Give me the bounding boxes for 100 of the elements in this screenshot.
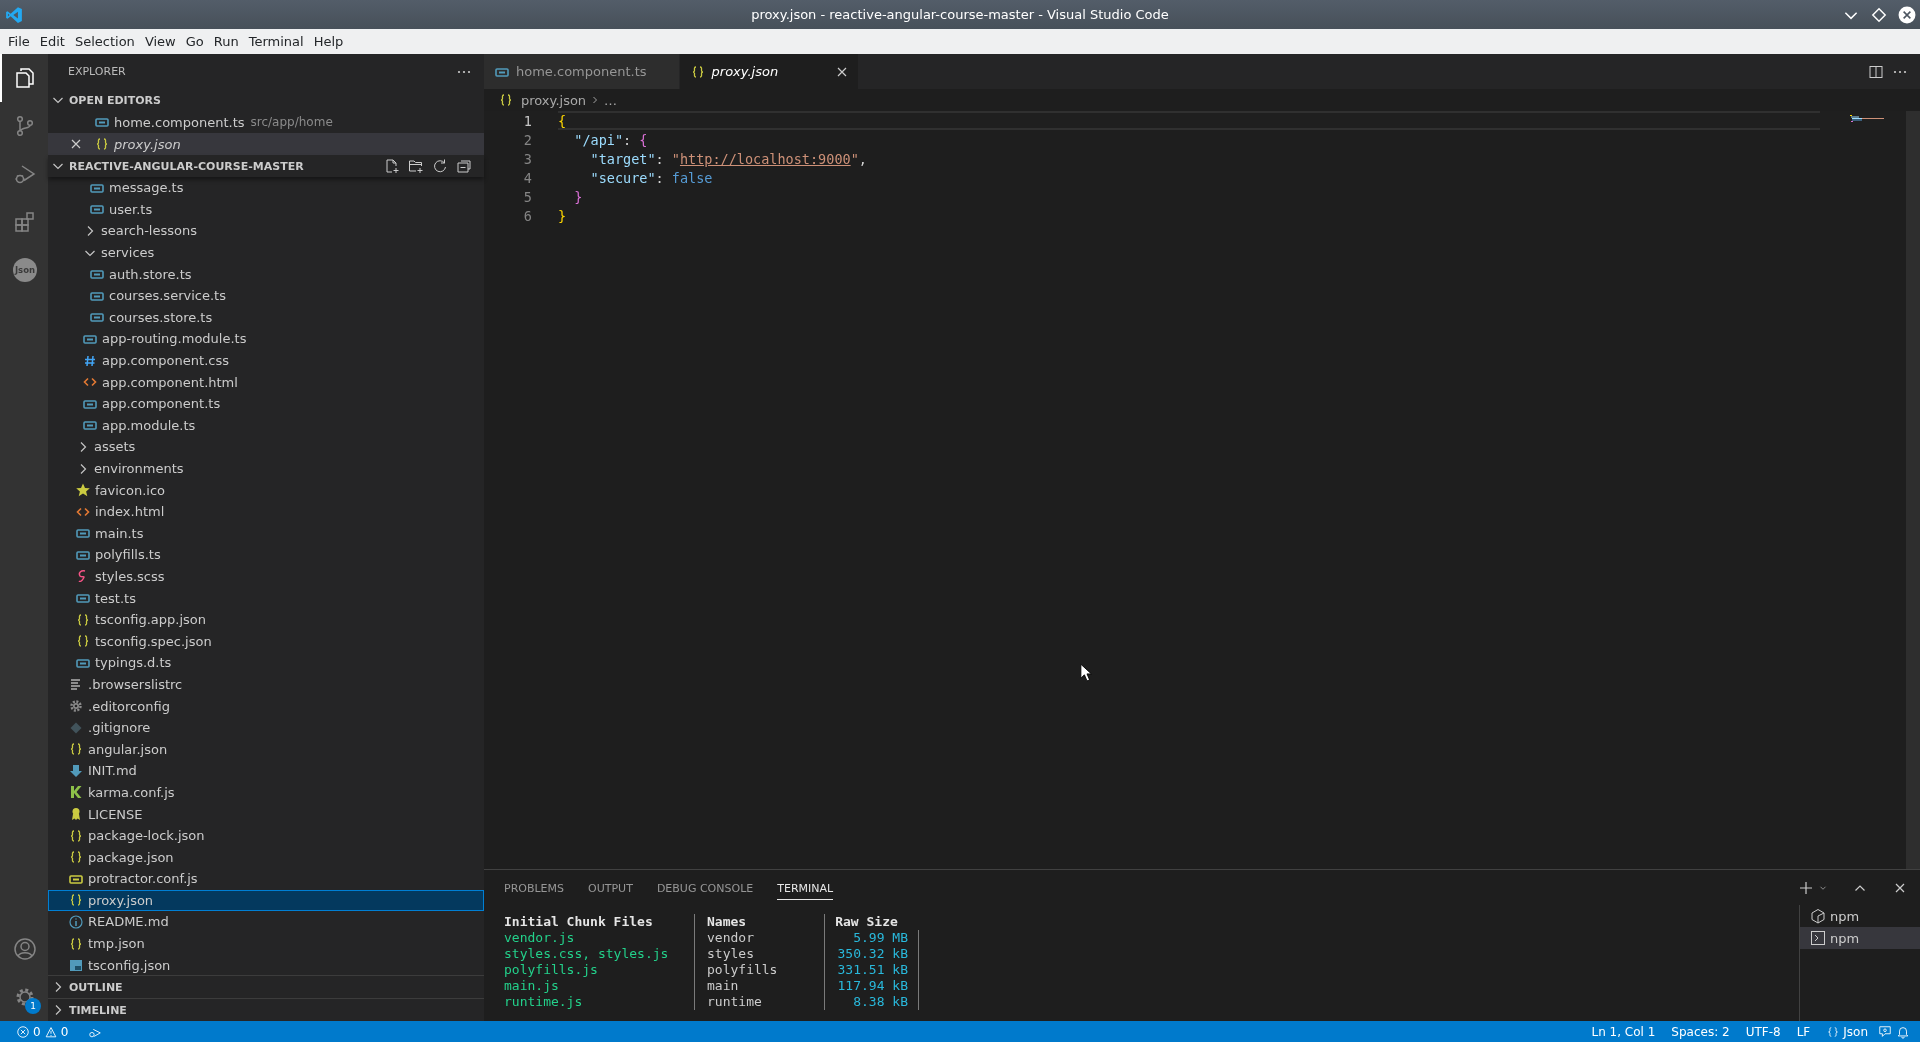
explorer-entry[interactable]: polyfills.ts <box>48 544 484 566</box>
status-item[interactable]: Ln 1, Col 1 <box>1585 1024 1662 1039</box>
explorer-folder[interactable]: services <box>48 241 484 264</box>
explorer-entry[interactable]: .browserslistrc <box>48 673 484 696</box>
menu-item[interactable]: Edit <box>35 32 69 51</box>
explorer-entry[interactable]: typings.d.ts <box>48 652 484 674</box>
split-editor-icon[interactable] <box>1868 63 1884 80</box>
code-line: "target": "http://localhost:9000", <box>589 150 867 167</box>
braces-icon <box>75 611 91 628</box>
explorer-entry[interactable]: tsconfig.json <box>48 954 484 975</box>
file-name: home.component.ts <box>114 114 245 130</box>
terminal-text: vendor.js <box>504 930 576 946</box>
refresh-icon[interactable] <box>432 158 448 174</box>
section-header[interactable]: OUTLINE <box>48 975 484 998</box>
bell-icon[interactable] <box>1896 1024 1910 1039</box>
explorer-entry[interactable]: package-lock.json <box>48 824 484 847</box>
menu-item[interactable]: View <box>140 32 180 51</box>
explorer-entry[interactable]: .editorconfig <box>48 695 484 717</box>
explorer-entry[interactable]: proxy.json <box>48 889 484 912</box>
explorer-entry[interactable]: styles.scss <box>48 565 484 588</box>
terminal-item[interactable]: npm <box>1800 927 1920 949</box>
explorer-entry[interactable]: message.ts <box>48 177 484 199</box>
file-path: src/app/home <box>250 115 333 129</box>
menu-item[interactable]: Help <box>309 32 348 51</box>
menu-item[interactable]: Selection <box>70 32 139 51</box>
explorer-entry[interactable]: app.component.ts <box>48 392 484 415</box>
explorer-title: EXPLORER <box>68 65 126 78</box>
explorer-entry[interactable]: package.json <box>48 846 484 868</box>
terminal-text: main <box>694 978 824 994</box>
scrollbar[interactable] <box>1906 111 1920 869</box>
explorer-entry[interactable]: app-routing.module.ts <box>48 328 484 350</box>
status-item[interactable]: Json <box>1820 1024 1874 1039</box>
explorer-entry[interactable]: tmp.json <box>48 932 484 955</box>
plus-icon[interactable] <box>1798 879 1814 896</box>
folder-title: REACTIVE-ANGULAR-COURSE-MASTER <box>69 159 305 173</box>
terminal-text: Raw Size <box>824 914 918 930</box>
explorer-entry[interactable]: .gitignore <box>48 716 484 739</box>
explorer-entry[interactable]: karma.conf.js <box>48 781 484 804</box>
explorer-folder[interactable]: environments <box>48 457 484 480</box>
explorer-entry[interactable]: INIT.md <box>48 760 484 782</box>
explorer-entry[interactable]: user.ts <box>48 198 484 221</box>
feedback-icon[interactable] <box>1878 1024 1892 1039</box>
explorer-entry[interactable]: LICENSE <box>48 803 484 825</box>
angle-icon <box>68 784 84 801</box>
menu-item[interactable]: File <box>4 32 34 51</box>
terminal-text: Names <box>694 914 824 930</box>
open-editor-item[interactable]: home.component.ts src/app/home <box>48 111 484 133</box>
explorer-entry[interactable]: favicon.ico <box>48 479 484 501</box>
panel-tab[interactable]: OUTPUT <box>588 875 633 900</box>
terminal-item[interactable]: npm <box>1800 905 1920 927</box>
explorer-entry[interactable]: app.module.ts <box>48 414 484 437</box>
explorer-entry[interactable]: tsconfig.spec.json <box>48 630 484 653</box>
status-item[interactable]: Spaces: 2 <box>1665 1024 1736 1039</box>
breadcrumb-item[interactable]: … <box>604 92 618 108</box>
explorer-entry[interactable]: angular.json <box>48 738 484 761</box>
explorer-entry[interactable]: index.html <box>48 500 484 523</box>
terminal-text: 350.32 kB <box>824 946 918 962</box>
status-item[interactable]: UTF-8 <box>1739 1024 1787 1039</box>
braces-icon <box>68 849 84 866</box>
diamond-icon[interactable] <box>1870 5 1888 24</box>
explorer-entry[interactable]: auth.store.ts <box>48 263 484 285</box>
panel-tab[interactable]: PROBLEMS <box>504 875 565 900</box>
new-folder-icon[interactable] <box>408 158 424 174</box>
panel-tab[interactable]: DEBUG CONSOLE <box>656 875 754 900</box>
menu-item[interactable]: Terminal <box>244 32 308 51</box>
section-header[interactable]: REACTIVE-ANGULAR-COURSE-MASTER <box>48 155 484 177</box>
status-item[interactable]: LF <box>1790 1024 1817 1039</box>
panel-tab[interactable]: TERMINAL <box>777 875 834 900</box>
terminal-icon <box>1810 930 1826 946</box>
menu-item[interactable]: Go <box>181 32 208 51</box>
explorer-entry[interactable]: protractor.conf.js <box>48 868 484 890</box>
explorer-entry[interactable]: courses.service.ts <box>48 284 484 307</box>
explorer-entry[interactable]: app.component.css <box>48 349 484 372</box>
editor-tab[interactable]: home.component.ts <box>484 54 680 89</box>
terminal-text: styles.css, styles.js <box>504 946 670 962</box>
line-number: 2 <box>522 131 532 148</box>
explorer-entry[interactable]: app.component.html <box>48 371 484 393</box>
explorer-folder[interactable]: search-lessons <box>48 220 484 242</box>
editor-tab[interactable]: proxy.json <box>679 54 859 89</box>
menu-item[interactable]: Run <box>209 32 243 51</box>
terminal-text: runtime.js <box>504 994 584 1010</box>
explorer-entry[interactable]: tsconfig.app.json <box>48 608 484 631</box>
problems-status[interactable]: 0 0 <box>10 1024 75 1039</box>
breadcrumb-item[interactable]: proxy.json <box>521 92 587 108</box>
explorer-entry[interactable]: main.ts <box>48 522 484 545</box>
explorer-entry[interactable]: courses.store.ts <box>48 306 484 329</box>
explorer-entry[interactable]: test.ts <box>48 587 484 609</box>
explorer-folder[interactable]: assets <box>48 436 484 458</box>
account-icon[interactable] <box>13 937 37 961</box>
section-header[interactable]: OPEN EDITORS <box>48 89 484 111</box>
explorer-entry[interactable]: README.md <box>48 911 484 933</box>
collapse-all-icon[interactable] <box>456 158 472 174</box>
new-file-icon[interactable] <box>384 158 400 174</box>
close-icon[interactable] <box>1898 5 1916 24</box>
terminal-text: styles <box>694 946 824 962</box>
error-icon <box>16 1024 30 1039</box>
open-editor-item[interactable]: proxy.json <box>48 133 484 155</box>
section-title: TIMELINE <box>69 1003 127 1017</box>
file-name: proxy.json <box>114 136 181 152</box>
mouse-pointer-icon <box>1080 663 1094 683</box>
